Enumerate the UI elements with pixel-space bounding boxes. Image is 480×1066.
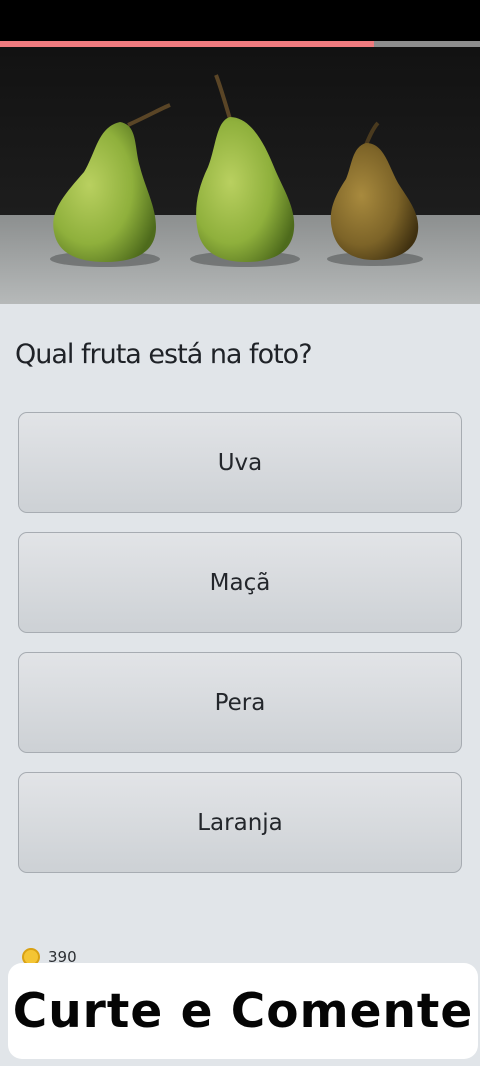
answer-options: Uva Maçã Pera Laranja	[18, 412, 462, 892]
option-maca-button[interactable]: Maçã	[18, 532, 462, 633]
status-bar	[0, 0, 480, 41]
question-text: Qual fruta está na foto?	[15, 339, 313, 370]
overlay-text: Curte e Comente	[12, 983, 474, 1039]
option-laranja-button[interactable]: Laranja	[18, 772, 462, 873]
question-photo	[0, 47, 480, 304]
option-pera-button[interactable]: Pera	[18, 652, 462, 753]
option-uva-button[interactable]: Uva	[18, 412, 462, 513]
overlay-banner: Curte e Comente	[8, 963, 478, 1059]
